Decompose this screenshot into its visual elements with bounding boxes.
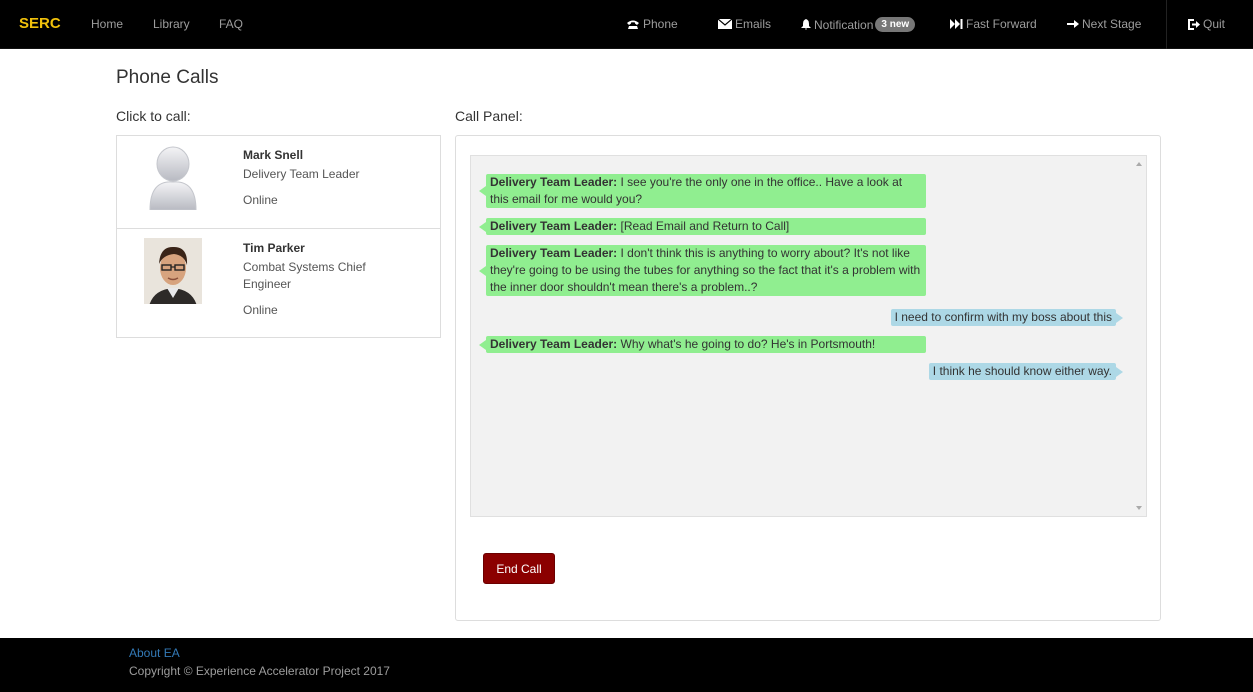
contact-name: Mark Snell <box>243 148 304 162</box>
contact-role: Delivery Team Leader <box>243 167 360 181</box>
message-sender: Delivery Team Leader: <box>490 337 618 351</box>
message-text: Why what's he going to do? He's in Ports… <box>620 337 876 351</box>
contact-role: Combat Systems Chief Engineer <box>243 260 366 291</box>
nav-quit-label: Quit <box>1203 17 1226 31</box>
envelope-icon <box>718 19 732 29</box>
incoming-message: Delivery Team Leader: Why what's he goin… <box>479 336 926 353</box>
call-panel-heading: Call Panel: <box>455 108 523 124</box>
nav-phone-label: Phone <box>643 17 678 31</box>
incoming-message: Delivery Team Leader: I see you're the o… <box>479 174 926 208</box>
nav-emails[interactable]: Emails <box>718 17 771 31</box>
nav-next-stage-label: Next Stage <box>1082 17 1142 31</box>
incoming-message: Delivery Team Leader: I don't think this… <box>479 245 926 296</box>
contact-list: Mark Snell Delivery Team Leader Online T… <box>116 135 441 338</box>
call-transcript[interactable]: Delivery Team Leader: I see you're the o… <box>470 155 1147 517</box>
message-sender: Delivery Team Leader: <box>490 219 618 233</box>
nav-notification-label: Notification <box>814 17 874 32</box>
page-title: Phone Calls <box>116 67 219 88</box>
nav-home[interactable]: Home <box>91 17 123 31</box>
contact-status: Online <box>243 193 278 207</box>
outgoing-message: I need to confirm with my boss about thi… <box>890 309 1124 326</box>
default-avatar-icon <box>144 144 202 210</box>
contact-name: Tim Parker <box>243 241 305 255</box>
scroll-up-arrow-icon[interactable] <box>1136 162 1142 166</box>
message-sender: Delivery Team Leader: <box>490 246 618 260</box>
nav-phone[interactable]: Phone <box>626 17 678 31</box>
incoming-message: Delivery Team Leader: [Read Email and Re… <box>479 218 926 235</box>
copyright-text: Copyright © Experience Accelerator Proje… <box>129 664 390 678</box>
arrow-right-icon <box>1067 20 1079 28</box>
contact-item-mark-snell[interactable]: Mark Snell Delivery Team Leader Online <box>117 136 440 228</box>
end-call-button[interactable]: End Call <box>483 553 555 584</box>
contact-item-tim-parker[interactable]: Tim Parker Combat Systems Chief Engineer… <box>117 228 440 337</box>
outgoing-message: I think he should know either way. <box>928 363 1124 380</box>
contact-photo-avatar <box>144 238 202 304</box>
about-ea-link[interactable]: About EA <box>129 646 180 660</box>
logout-icon <box>1188 18 1200 30</box>
nav-notification[interactable]: Notification 3 new <box>801 17 916 32</box>
brand-logo[interactable]: SERC <box>19 15 61 32</box>
click-to-call-heading: Click to call: <box>116 108 191 124</box>
nav-next-stage[interactable]: Next Stage <box>1067 17 1141 31</box>
notification-badge: 3 new <box>875 17 916 32</box>
contact-status: Online <box>243 303 278 317</box>
nav-faq[interactable]: FAQ <box>219 17 243 31</box>
call-panel: Delivery Team Leader: I see you're the o… <box>455 135 1161 621</box>
nav-library[interactable]: Library <box>153 17 190 31</box>
bell-icon <box>801 19 811 30</box>
scroll-down-arrow-icon[interactable] <box>1136 506 1142 510</box>
top-navbar: SERC Home Library FAQ Phone Emails Notif… <box>0 0 1253 49</box>
footer: About EA Copyright © Experience Accelera… <box>0 638 1253 692</box>
transcript-scrollbar[interactable] <box>1132 156 1146 516</box>
message-sender: Delivery Team Leader: <box>490 175 618 189</box>
phone-icon <box>627 20 639 29</box>
fast-forward-icon <box>950 19 963 29</box>
nav-quit[interactable]: Quit <box>1188 17 1225 31</box>
nav-fast-forward[interactable]: Fast Forward <box>950 17 1037 31</box>
nav-fast-forward-label: Fast Forward <box>966 17 1037 31</box>
message-text: [Read Email and Return to Call] <box>620 219 790 233</box>
nav-divider <box>1166 0 1167 49</box>
nav-emails-label: Emails <box>735 17 772 31</box>
